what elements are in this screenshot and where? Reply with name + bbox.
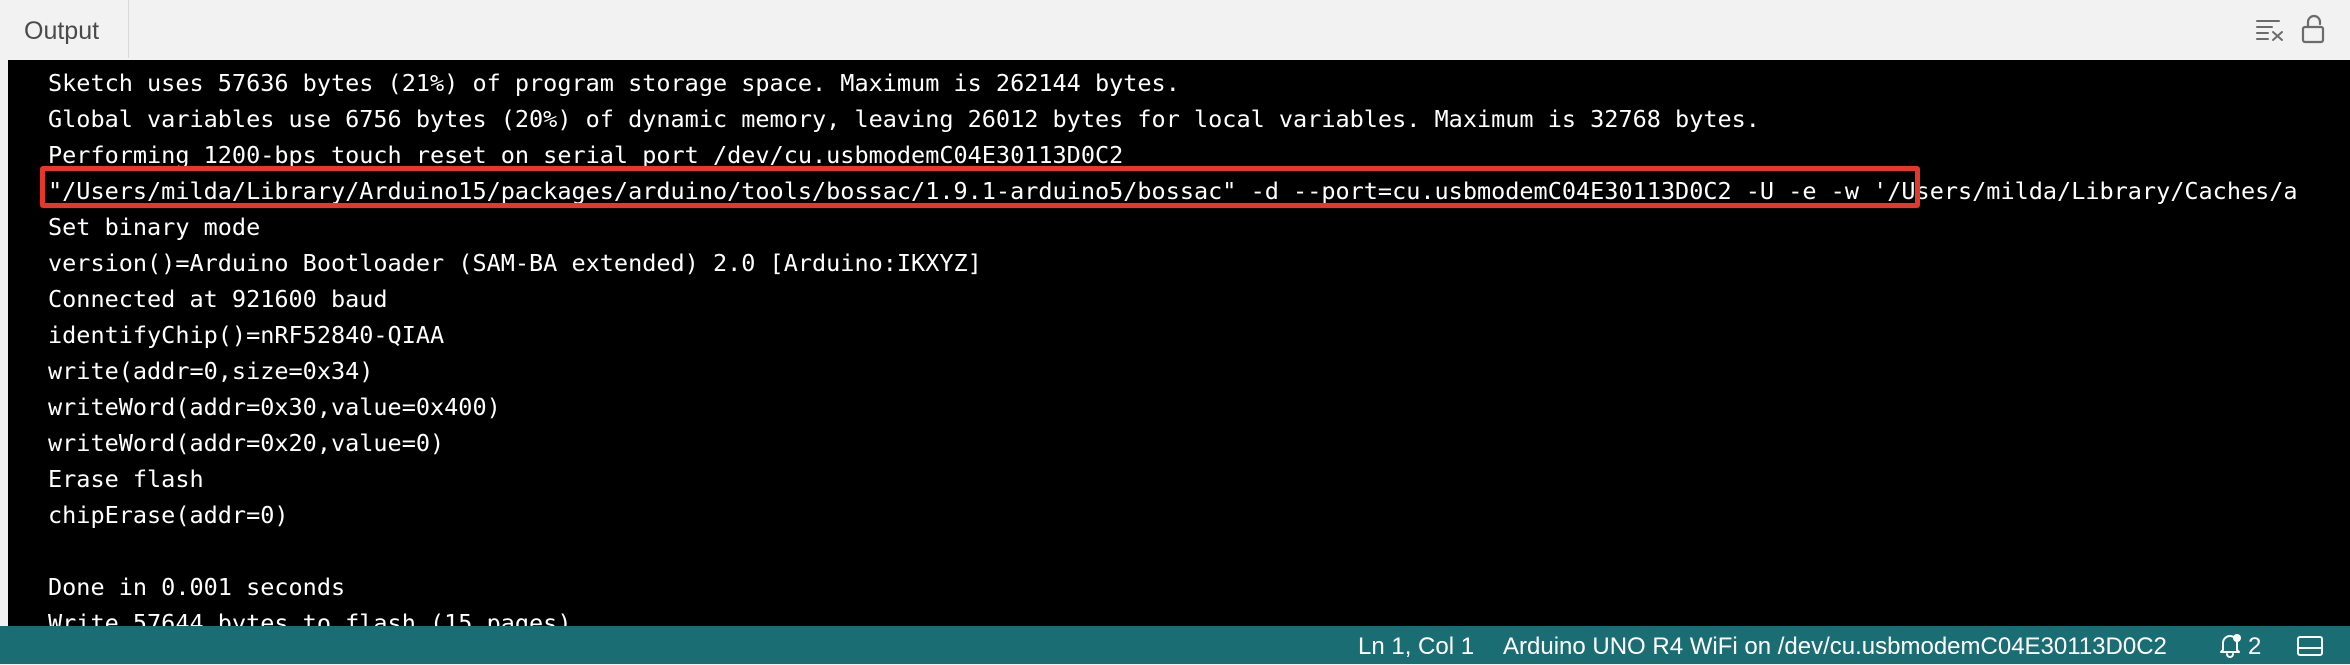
tab-output[interactable]: Output [0,0,129,58]
cursor-position[interactable]: Ln 1, Col 1 [1358,633,1474,661]
output-panel-header: Output [0,0,2350,60]
console-line: Set binary mode [48,213,261,241]
console-line: version()=Arduino Bootloader (SAM-BA ext… [48,249,982,277]
bell-icon[interactable] [2217,632,2243,665]
notifications-count[interactable]: 2 [2248,633,2261,661]
console-lines: Sketch uses 57636 bytes (21%) of program… [48,65,2298,626]
console-line: Erase flash [48,465,204,493]
console-scrollbar[interactable] [2340,60,2350,626]
unlock-scroll-icon[interactable] [2296,12,2330,46]
console-line: writeWord(addr=0x20,value=0) [48,429,445,457]
console-line: identifyChip()=nRF52840-QIAA [48,321,445,349]
console-line: Write 57644 bytes to flash (15 pages) [48,609,572,626]
console-line: Sketch uses 57636 bytes (21%) of program… [48,69,1180,97]
board-port-status[interactable]: Arduino UNO R4 WiFi on /dev/cu.usbmodemC… [1503,633,2167,661]
console-line-bossac-command: "/Users/milda/Library/Arduino15/packages… [48,177,2298,205]
status-bar: Ln 1, Col 1 Arduino UNO R4 WiFi on /dev/… [0,626,2350,664]
tab-output-label: Output [24,17,100,45]
console-line: writeWord(addr=0x30,value=0x400) [48,393,501,421]
output-console[interactable]: Sketch uses 57636 bytes (21%) of program… [8,60,2350,626]
console-line: chipErase(addr=0) [48,501,289,529]
console-line: Connected at 921600 baud [48,285,388,313]
console-line: write(addr=0,size=0x34) [48,357,374,385]
console-line: Global variables use 6756 bytes (20%) of… [48,105,1760,133]
console-line: Done in 0.001 seconds [48,573,346,601]
console-line: Performing 1200-bps touch reset on seria… [48,141,1124,169]
clear-output-icon[interactable] [2253,12,2287,46]
toggle-panel-icon[interactable] [2296,634,2324,665]
